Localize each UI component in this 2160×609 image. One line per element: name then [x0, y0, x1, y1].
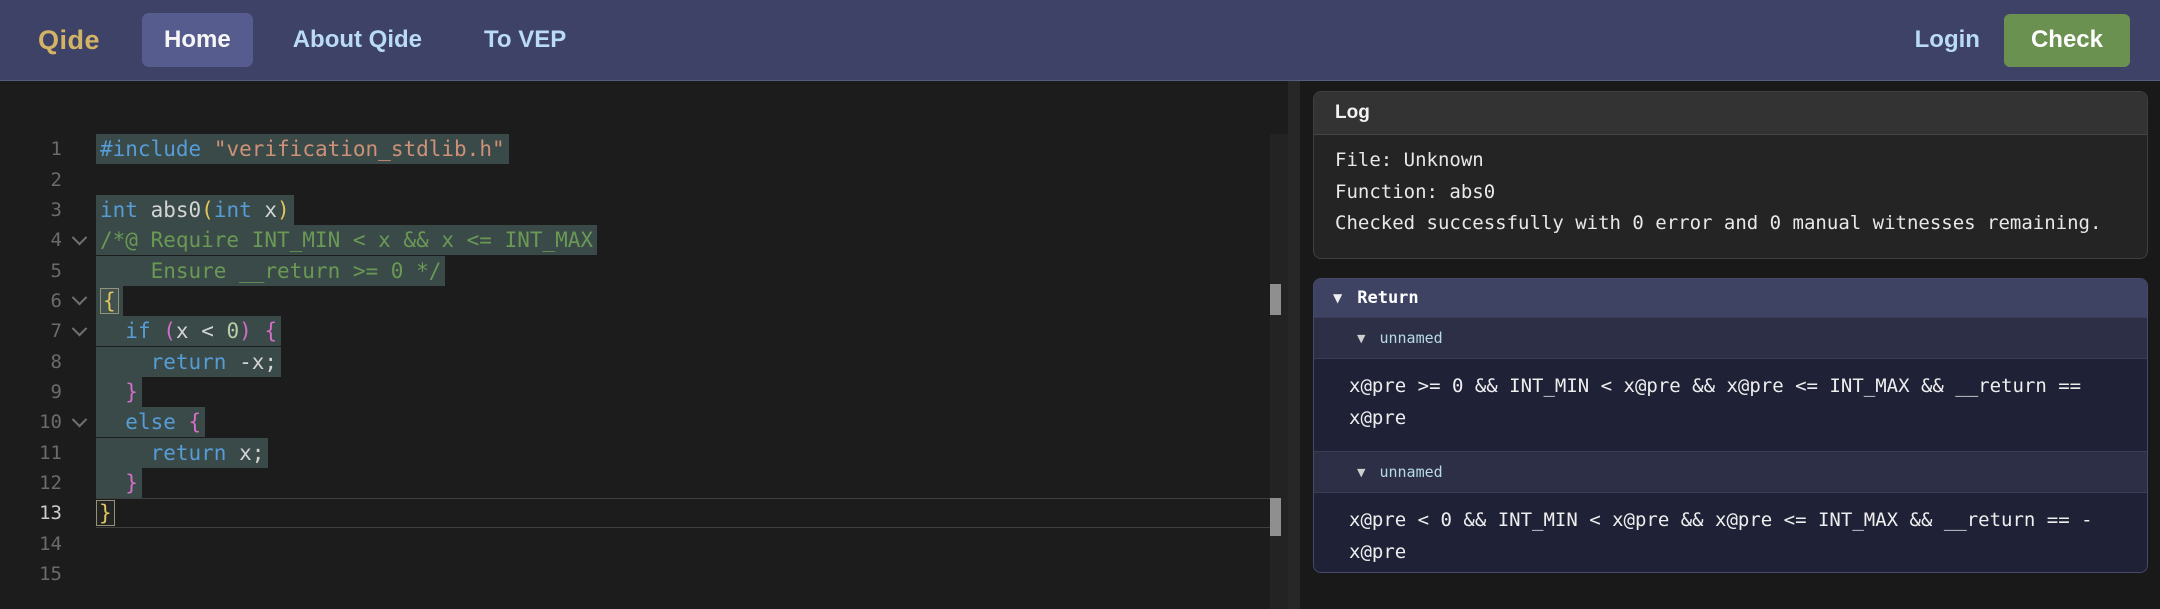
pane-splitter[interactable] — [1288, 81, 1300, 609]
code-line-content — [96, 559, 1270, 589]
line-number: 8 — [50, 350, 62, 373]
fold-chevron-icon[interactable] — [62, 229, 96, 246]
log-line-result: Checked successfully with 0 error and 0 … — [1335, 212, 2102, 234]
highlighted-code-span: return x; — [96, 437, 269, 468]
code-line[interactable]: 14 — [0, 528, 1270, 558]
line-number: 12 — [39, 471, 62, 494]
code-line-content: { — [96, 285, 1270, 316]
code-line[interactable]: 5 Ensure __return >= 0 */ — [0, 255, 1270, 286]
code-line-content: /*@ Require INT_MIN < x && x <= INT_MAX — [96, 225, 1270, 256]
brand-logo[interactable]: Qide — [38, 25, 100, 56]
highlighted-code-span: /*@ Require INT_MIN < x && x <= INT_MAX — [96, 225, 598, 256]
code-line[interactable]: 8 return -x; — [0, 346, 1270, 377]
nav-item-home[interactable]: Home — [142, 13, 253, 67]
check-button[interactable]: Check — [2003, 13, 2130, 67]
line-number: 3 — [50, 198, 62, 221]
line-number: 7 — [50, 320, 62, 343]
highlighted-code-span: Ensure __return >= 0 */ — [96, 255, 446, 286]
highlighted-code-span: if (x < 0) { — [96, 316, 282, 347]
code-line[interactable]: 1 #include "verification_stdlib.h" — [0, 134, 1270, 165]
highlighted-code-span: int abs0(int x) — [96, 194, 294, 225]
code-line[interactable]: 9 } — [0, 376, 1270, 407]
code-line-content: Ensure __return >= 0 */ — [96, 255, 1270, 286]
log-line-function: Function: abs0 — [1335, 180, 1496, 203]
assertion-group-header[interactable]: ▼ unnamed — [1314, 317, 2147, 358]
line-number: 9 — [50, 380, 62, 403]
assertion-group-header[interactable]: ▼ unnamed — [1314, 451, 2147, 492]
code-line-content: } — [96, 498, 1270, 529]
assertion-condition: x@pre < 0 && INT_MIN < x@pre && x@pre <=… — [1314, 492, 2147, 572]
code-editor[interactable]: 1 #include "verification_stdlib.h" 2 3 int a… — [0, 81, 1288, 609]
code-line[interactable]: 12 } — [0, 467, 1270, 498]
code-line-content: return -x; — [96, 346, 1270, 377]
code-line[interactable]: 10 else { — [0, 407, 1270, 438]
line-number: 6 — [50, 289, 62, 312]
code-line-content: #include "verification_stdlib.h" — [96, 134, 1270, 165]
line-number: 14 — [39, 532, 62, 555]
log-panel: Log File: Unknown Function: abs0 Checked… — [1313, 91, 2148, 259]
nav-item-about[interactable]: About Qide — [271, 13, 444, 67]
nav-item-vep[interactable]: To VEP — [462, 13, 588, 67]
code-line-content: return x; — [96, 437, 1270, 468]
assertion-condition: x@pre >= 0 && INT_MIN < x@pre && x@pre <… — [1314, 358, 2147, 451]
code-line-content: int abs0(int x) — [96, 194, 1270, 225]
return-assertions-panel: ▼ Return ▼ unnamed x@pre >= 0 && INT_MIN <… — [1313, 278, 2148, 573]
fold-chevron-icon[interactable] — [62, 290, 96, 306]
triangle-down-icon: ▼ — [1357, 331, 1366, 345]
code-line[interactable]: 3 int abs0(int x) — [0, 194, 1270, 225]
code-line-content: if (x < 0) { — [96, 316, 1270, 347]
code-lines: 1 #include "verification_stdlib.h" 2 3 int a… — [0, 134, 1270, 589]
line-number: 5 — [50, 259, 62, 282]
scrollbar-thumb[interactable] — [1270, 284, 1281, 315]
fold-chevron-icon[interactable] — [62, 320, 96, 337]
highlighted-code-span: return -x; — [96, 346, 282, 377]
code-line-content: } — [96, 467, 1270, 498]
highlighted-code-span: } — [96, 376, 142, 407]
return-section-title: Return — [1357, 288, 1419, 308]
line-number: 15 — [39, 562, 62, 585]
triangle-down-icon: ▼ — [1357, 465, 1366, 479]
navbar-right: Login Check — [1909, 13, 2130, 67]
line-number: 11 — [39, 441, 62, 464]
assertion-group-label: unnamed — [1379, 329, 1443, 347]
log-line-file: File: Unknown — [1335, 149, 1484, 171]
line-number: 4 — [50, 229, 62, 252]
log-panel-title: Log — [1314, 92, 2147, 135]
code-line[interactable]: 4 /*@ Require INT_MIN < x && x <= INT_MAX — [0, 225, 1270, 256]
nav-items: Home About Qide To VEP — [142, 13, 588, 67]
code-line[interactable]: 15 — [0, 559, 1270, 589]
fold-chevron-icon[interactable] — [62, 411, 96, 428]
code-line[interactable]: 11 return x; — [0, 437, 1270, 468]
code-line[interactable]: 7 if (x < 0) { — [0, 316, 1270, 347]
line-number: 1 — [50, 138, 62, 161]
code-line-content: else { — [96, 407, 1270, 438]
scrollbar-thumb[interactable] — [1270, 498, 1281, 536]
qide-app: Qide Home About Qide To VEP Login Check … — [0, 0, 2160, 609]
navbar: Qide Home About Qide To VEP Login Check — [0, 0, 2160, 81]
code-line[interactable]: 6{ — [0, 285, 1270, 316]
return-section-header[interactable]: ▼ Return — [1314, 279, 2147, 317]
highlighted-code-span: else { — [96, 407, 206, 438]
line-number: 13 — [39, 502, 62, 525]
login-link[interactable]: Login — [1909, 16, 1986, 64]
line-number: 10 — [39, 411, 62, 434]
highlighted-code-span: } — [96, 467, 142, 498]
editor-scrollbar[interactable] — [1270, 134, 1288, 609]
code-line[interactable]: 2 — [0, 164, 1270, 194]
triangle-down-icon: ▼ — [1333, 291, 1343, 305]
code-line-content — [96, 164, 1270, 194]
code-line-content: } — [96, 376, 1270, 407]
highlighted-code-span: #include "verification_stdlib.h" — [96, 134, 509, 165]
highlighted-code-span: { — [96, 285, 123, 316]
line-number: 2 — [50, 168, 62, 191]
code-line-content — [96, 528, 1270, 558]
code-line[interactable]: 13} — [0, 498, 1270, 529]
log-panel-body: File: Unknown Function: abs0 Checked suc… — [1314, 135, 2147, 250]
assertion-group-label: unnamed — [1379, 463, 1443, 481]
